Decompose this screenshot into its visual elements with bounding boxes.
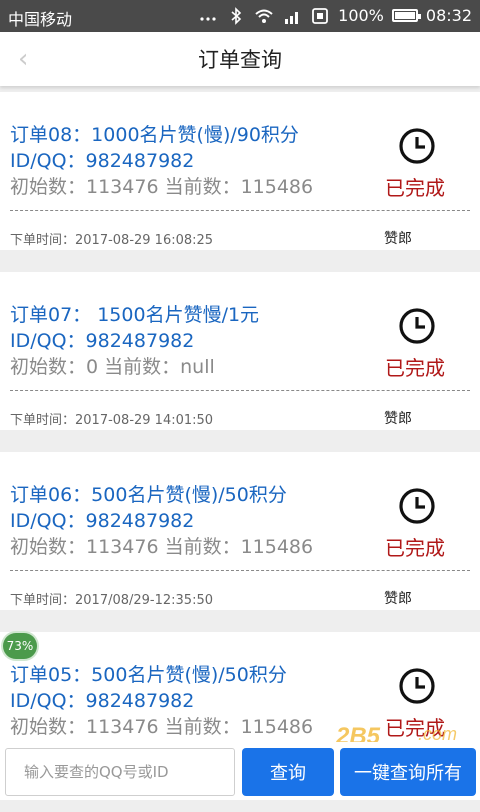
order-id: ID/QQ：982487982 bbox=[10, 510, 195, 532]
wifi-icon bbox=[255, 9, 273, 23]
query-button[interactable]: 查询 bbox=[242, 748, 334, 796]
divider bbox=[10, 570, 470, 571]
app-header: ‹ 订单查询 bbox=[0, 32, 480, 86]
qq-search-input[interactable] bbox=[5, 748, 235, 796]
order-card[interactable]: 订单07： 1500名片赞慢/1元 ID/QQ：982487982 初始数：0 … bbox=[0, 272, 480, 430]
order-source: 赞郎 bbox=[384, 411, 412, 427]
order-status: 已完成 bbox=[385, 536, 445, 560]
clock-icon bbox=[399, 128, 435, 164]
svg-text:.com: .com bbox=[418, 724, 457, 744]
order-status: 已完成 bbox=[385, 356, 445, 380]
order-counts: 初始数：0 当前数：null bbox=[10, 356, 215, 378]
battery-icon bbox=[391, 9, 421, 22]
order-list: 订单08：1000名片赞(慢)/90积分 ID/QQ：982487982 初始数… bbox=[0, 92, 480, 812]
status-bar: 中国移动 100% 08:32 bbox=[0, 0, 480, 32]
carrier-label: 中国移动 bbox=[8, 10, 73, 29]
query-all-button[interactable]: 一键查询所有 bbox=[340, 748, 476, 796]
search-bar: 查询 一键查询所有 bbox=[0, 742, 480, 800]
order-card[interactable]: 订单08：1000名片赞(慢)/90积分 ID/QQ：982487982 初始数… bbox=[0, 92, 480, 250]
order-title: 订单07： 1500名片赞慢/1元 bbox=[10, 304, 260, 326]
order-source: 赞郎 bbox=[384, 591, 412, 607]
order-counts: 初始数：113476 当前数：115486 bbox=[10, 536, 314, 558]
clock-icon bbox=[399, 488, 435, 524]
clock-time: 08:32 bbox=[425, 6, 472, 25]
order-counts: 初始数：113476 当前数：115486 bbox=[10, 176, 314, 198]
battery-percent: 100% bbox=[338, 6, 384, 25]
progress-badge[interactable]: 73% bbox=[3, 633, 37, 659]
sim-icon bbox=[312, 7, 329, 24]
bluetooth-icon bbox=[231, 6, 242, 25]
order-counts: 初始数：113476 当前数：115486 bbox=[10, 716, 314, 738]
signal-icon bbox=[285, 11, 299, 24]
order-time: 下单时间：2017-08-29 14:01:50 bbox=[10, 413, 214, 428]
divider bbox=[10, 390, 470, 391]
clock-icon bbox=[399, 668, 435, 704]
order-id: ID/QQ：982487982 bbox=[10, 690, 195, 712]
order-time: 下单时间：2017/08/29-12:35:50 bbox=[10, 593, 214, 608]
order-card[interactable]: 订单06：500名片赞(慢)/50积分 ID/QQ：982487982 初始数：… bbox=[0, 452, 480, 610]
page-title: 订单查询 bbox=[198, 48, 282, 72]
more-dots-icon bbox=[200, 16, 216, 21]
order-title: 订单05：500名片赞(慢)/50积分 bbox=[10, 664, 287, 686]
divider bbox=[10, 210, 470, 211]
order-source: 赞郎 bbox=[384, 231, 412, 247]
order-title: 订单06：500名片赞(慢)/50积分 bbox=[10, 484, 287, 506]
order-title: 订单08：1000名片赞(慢)/90积分 bbox=[10, 124, 299, 146]
order-status: 已完成 bbox=[385, 176, 445, 200]
order-time: 下单时间：2017-08-29 16:08:25 bbox=[10, 233, 214, 248]
clock-icon bbox=[399, 308, 435, 344]
order-id: ID/QQ：982487982 bbox=[10, 150, 195, 172]
status-icons: 100% 08:32 bbox=[198, 6, 472, 25]
order-id: ID/QQ：982487982 bbox=[10, 330, 195, 352]
